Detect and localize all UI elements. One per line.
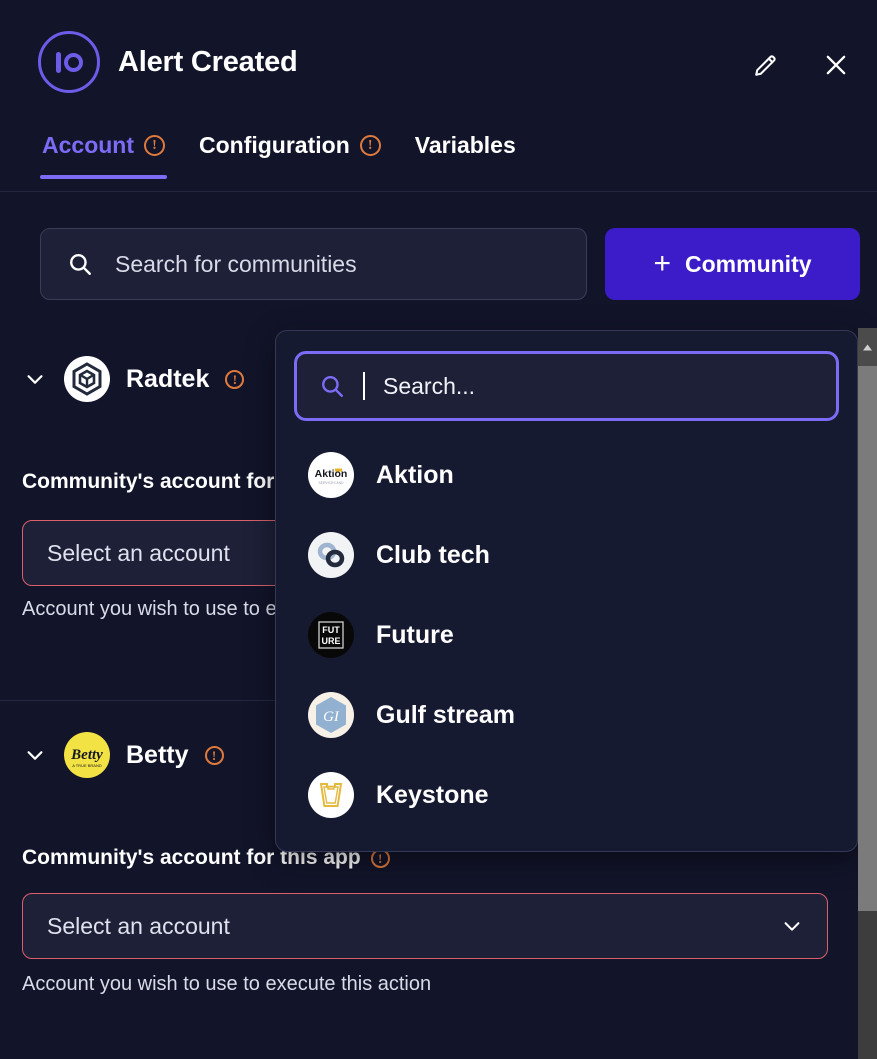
dropdown-options-list: Aktion SERVICES AND Aktion Club tech <box>276 421 857 835</box>
dropdown-option-label: Gulf stream <box>376 701 515 730</box>
account-dropdown-panel: Search... Aktion SERVICES AND Aktion <box>275 330 858 852</box>
community-row-radtek[interactable]: Radtek ! <box>22 356 244 402</box>
dropdown-option-aktion[interactable]: Aktion SERVICES AND Aktion <box>276 435 857 515</box>
add-community-label: Community <box>685 251 812 278</box>
betty-logo-icon: Betty A TRUE BRAND <box>64 732 110 778</box>
dropdown-option-label: Club tech <box>376 541 490 570</box>
betty-account-select[interactable]: Select an account <box>22 893 828 959</box>
dropdown-option-keystone[interactable]: Keystone <box>276 755 857 835</box>
dropdown-search-input[interactable]: Search... <box>294 351 839 421</box>
tab-variables-label: Variables <box>415 132 516 159</box>
svg-text:Aktion: Aktion <box>315 468 348 480</box>
dropdown-option-label: Keystone <box>376 781 489 810</box>
community-name: Radtek <box>126 365 209 394</box>
page-title: Alert Created <box>118 46 298 79</box>
tab-configuration[interactable]: Configuration ! <box>197 124 383 179</box>
betty-helper-text: Account you wish to use to execute this … <box>22 973 431 996</box>
brand: Alert Created <box>0 31 298 93</box>
warning-icon: ! <box>144 135 165 156</box>
svg-text:URE: URE <box>321 636 340 646</box>
radtek-logo-icon <box>64 356 110 402</box>
search-icon <box>67 251 93 277</box>
tab-account-label: Account <box>42 132 134 159</box>
add-community-button[interactable]: + Community <box>605 228 860 300</box>
svg-text:Betty: Betty <box>70 747 103 763</box>
svg-text:A TRUE BRAND: A TRUE BRAND <box>72 763 102 768</box>
dropdown-option-club-tech[interactable]: Club tech <box>276 515 857 595</box>
close-icon[interactable] <box>821 50 851 80</box>
tab-bar: Account ! Configuration ! Variables <box>0 124 877 192</box>
community-row-betty[interactable]: Betty A TRUE BRAND Betty ! <box>22 732 224 778</box>
search-placeholder: Search for communities <box>115 251 357 278</box>
toolbar: Search for communities + Community <box>40 228 860 300</box>
dialog-header: Alert Created <box>0 0 877 124</box>
tab-configuration-label: Configuration <box>199 132 350 159</box>
svg-text:FUT: FUT <box>322 625 340 635</box>
search-icon <box>319 373 345 399</box>
chevron-down-icon[interactable] <box>22 368 48 390</box>
scroll-up-arrow[interactable] <box>858 328 877 366</box>
gulf-stream-logo-icon: GI <box>308 692 354 738</box>
scrollbar-thumb[interactable] <box>858 366 877 911</box>
warning-icon: ! <box>205 746 224 765</box>
dropdown-option-label: Aktion <box>376 461 454 490</box>
tab-variables[interactable]: Variables <box>413 124 518 179</box>
vertical-scrollbar[interactable] <box>858 328 877 1059</box>
plus-icon: + <box>653 249 671 279</box>
pencil-icon[interactable] <box>751 50 781 80</box>
warning-icon: ! <box>225 370 244 389</box>
betty-account-select-value: Select an account <box>47 913 230 940</box>
aktion-logo-icon: Aktion SERVICES AND <box>308 452 354 498</box>
dropdown-search-placeholder: Search... <box>383 373 475 400</box>
dropdown-search-wrap: Search... <box>276 331 857 421</box>
text-caret <box>363 372 365 400</box>
svg-text:SERVICES AND: SERVICES AND <box>319 481 345 485</box>
io-logo-icon <box>38 31 100 93</box>
future-logo-icon: FUT URE <box>308 612 354 658</box>
dropdown-option-gulf-stream[interactable]: GI Gulf stream <box>276 675 857 755</box>
tab-account[interactable]: Account ! <box>40 124 167 179</box>
keystone-logo-icon <box>308 772 354 818</box>
chevron-down-icon[interactable] <box>22 744 48 766</box>
header-actions <box>751 50 851 80</box>
community-name: Betty <box>126 741 189 770</box>
dropdown-option-future[interactable]: FUT URE Future <box>276 595 857 675</box>
chevron-down-icon <box>781 915 803 937</box>
search-input[interactable]: Search for communities <box>40 228 587 300</box>
alert-created-dialog: Alert Created Account ! Configuration ! <box>0 0 877 1059</box>
svg-text:GI: GI <box>323 709 340 725</box>
warning-icon: ! <box>360 135 381 156</box>
radtek-account-select-value: Select an account <box>47 540 230 567</box>
dropdown-option-label: Future <box>376 621 454 650</box>
club-tech-logo-icon <box>308 532 354 578</box>
